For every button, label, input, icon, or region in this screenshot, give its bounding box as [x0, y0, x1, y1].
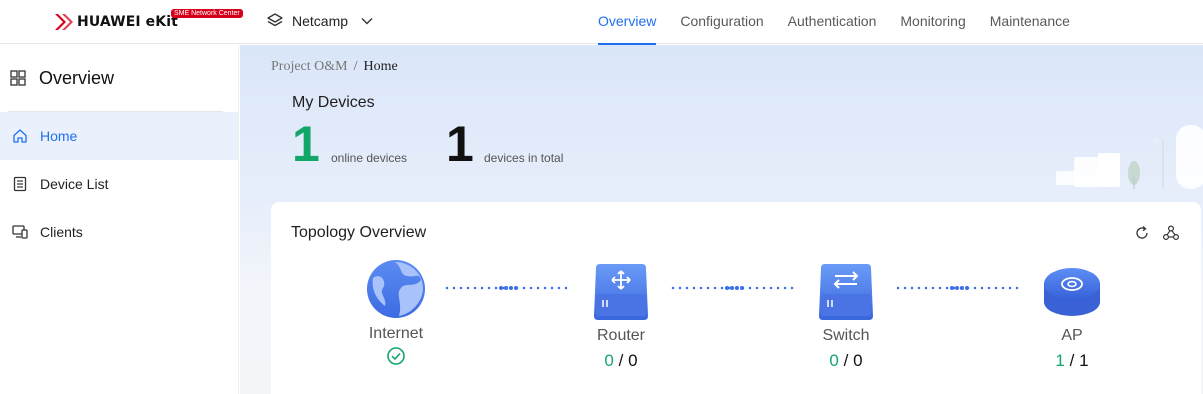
- breadcrumb-separator: /: [353, 59, 358, 74]
- brand-name: HUAWEI eKit: [77, 14, 178, 30]
- top-bar: HUAWEI eKit SME Network Center Netcamp O…: [0, 0, 1203, 45]
- sidebar-item-home[interactable]: Home: [0, 112, 238, 160]
- home-icon: [13, 129, 27, 143]
- breadcrumb: Project O&M / Home: [271, 59, 398, 75]
- topology-node-ap[interactable]: AP 1 / 1: [1012, 262, 1132, 371]
- node-device-count: 0 / 0: [786, 351, 906, 371]
- topology-icon[interactable]: [1162, 224, 1180, 242]
- main-nav: Overview Configuration Authentication Mo…: [586, 0, 1082, 45]
- nav-overview[interactable]: Overview: [586, 0, 668, 45]
- project-selector[interactable]: Netcamp: [266, 12, 382, 30]
- huawei-logo-icon: [55, 14, 73, 30]
- layers-icon: [267, 13, 283, 27]
- connection-line-switch-ap: [896, 286, 1026, 290]
- chevron-down-icon: [361, 18, 373, 25]
- sidebar-header: Overview: [0, 45, 238, 111]
- node-online-count: 0: [829, 351, 839, 370]
- node-total-count: 1: [1079, 351, 1089, 370]
- sidebar-item-label: Device List: [40, 176, 109, 192]
- clients-icon: [12, 225, 28, 239]
- count-separator: /: [618, 351, 624, 370]
- node-device-count: 0 / 0: [561, 351, 681, 371]
- online-device-count[interactable]: 1: [292, 119, 320, 169]
- topology-node-internet[interactable]: Internet: [336, 258, 456, 371]
- node-label: Internet: [368, 325, 424, 342]
- nav-monitoring[interactable]: Monitoring: [888, 0, 977, 44]
- access-point-icon: [1044, 268, 1100, 316]
- node-total-count: 0: [853, 351, 863, 370]
- router-icon: [594, 264, 648, 320]
- topology-title: Topology Overview: [291, 224, 427, 241]
- online-devices-label: online devices: [331, 151, 408, 165]
- breadcrumb-current: Home: [363, 59, 398, 74]
- node-label: AP: [1061, 327, 1083, 344]
- nav-configuration[interactable]: Configuration: [668, 0, 775, 44]
- count-separator: /: [843, 351, 849, 370]
- globe-icon: [367, 260, 425, 318]
- node-online-count: 1: [1055, 351, 1065, 370]
- sidebar-title: Overview: [39, 67, 115, 88]
- connection-line-internet-router: [445, 286, 575, 290]
- node-online-count: 0: [604, 351, 614, 370]
- total-device-count[interactable]: 1: [446, 119, 474, 169]
- connection-line-router-switch: [671, 286, 801, 290]
- project-name: Netcamp: [292, 13, 349, 29]
- topology-card: Topology Overview Internet Router 0 / 0 …: [271, 202, 1201, 394]
- devices-illustration: [1056, 125, 1203, 189]
- sidebar-item-clients[interactable]: Clients: [0, 208, 238, 256]
- total-devices-label: devices in total: [484, 151, 564, 165]
- main-content: Project O&M / Home My Devices 1 online dev…: [240, 45, 1203, 394]
- node-label: Switch: [822, 327, 870, 344]
- node-label: Router: [596, 327, 646, 344]
- node-total-count: 0: [628, 351, 638, 370]
- sidebar-item-label: Clients: [40, 224, 83, 240]
- sidebar-item-label: Home: [40, 128, 78, 144]
- grid-icon: [10, 70, 26, 86]
- breadcrumb-parent[interactable]: Project O&M: [271, 59, 348, 74]
- count-separator: /: [1069, 351, 1075, 370]
- topology-node-switch[interactable]: Switch 0 / 0: [786, 260, 906, 371]
- node-device-count: 1 / 1: [1012, 351, 1132, 371]
- refresh-icon[interactable]: [1133, 224, 1151, 242]
- nav-authentication[interactable]: Authentication: [776, 0, 889, 44]
- check-circle-icon: [387, 347, 405, 365]
- sidebar-item-device-list[interactable]: Device List: [0, 160, 238, 208]
- nav-maintenance[interactable]: Maintenance: [978, 0, 1082, 44]
- topology-node-router[interactable]: Router 0 / 0: [561, 260, 681, 371]
- brand-badge: SME Network Center: [171, 9, 243, 18]
- device-list-icon: [13, 176, 27, 192]
- my-devices-title: My Devices: [292, 94, 375, 111]
- sidebar: Overview Home Device List Clients: [0, 45, 239, 394]
- huawei-logo[interactable]: HUAWEI eKit SME Network Center: [52, 9, 243, 35]
- switch-icon: [819, 264, 873, 320]
